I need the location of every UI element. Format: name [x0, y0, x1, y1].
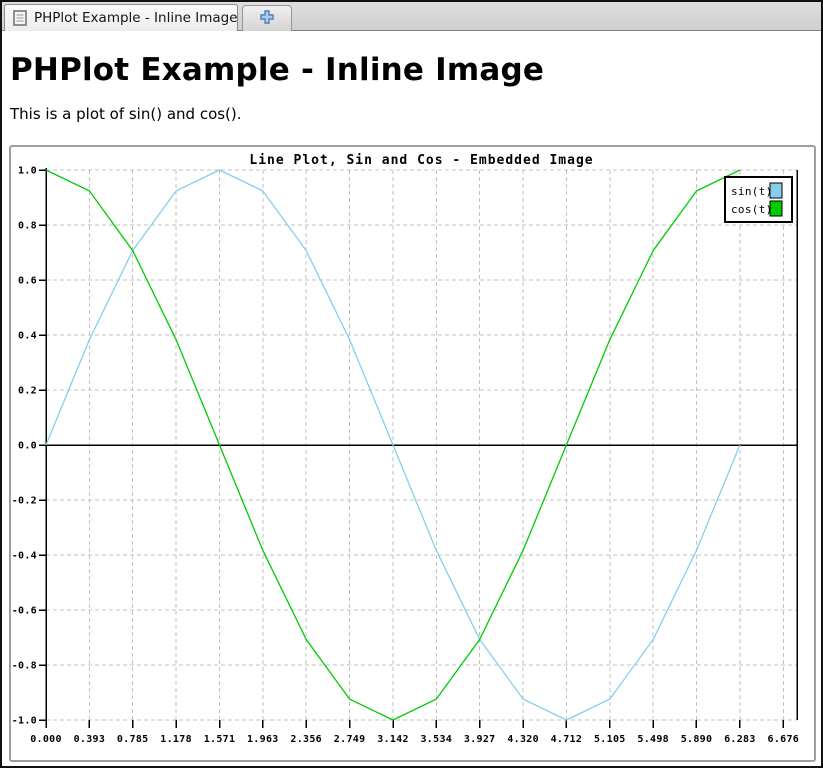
svg-text:4.320: 4.320 — [507, 734, 539, 745]
tab-phplot-example[interactable]: PHPlot Example - Inline Image — [4, 4, 238, 31]
svg-text:-0.4: -0.4 — [12, 551, 37, 562]
svg-text:Line Plot, Sin and Cos - Embed: Line Plot, Sin and Cos - Embedded Image — [249, 153, 593, 168]
svg-text:1.963: 1.963 — [247, 734, 279, 745]
page-title: PHPlot Example - Inline Image — [10, 52, 544, 88]
tab-bar: PHPlot Example - Inline Image — [2, 2, 821, 31]
svg-text:2.356: 2.356 — [290, 734, 322, 745]
plus-icon — [259, 9, 275, 29]
svg-text:-0.2: -0.2 — [12, 496, 37, 507]
svg-text:6.676: 6.676 — [768, 734, 800, 745]
svg-text:0.6: 0.6 — [18, 276, 37, 287]
intro-text: This is a plot of sin() and cos(). — [10, 105, 242, 123]
svg-text:5.105: 5.105 — [594, 734, 626, 745]
svg-text:-1.0: -1.0 — [12, 716, 37, 727]
new-tab-button[interactable] — [242, 5, 292, 31]
svg-text:3.534: 3.534 — [420, 734, 452, 745]
svg-text:4.712: 4.712 — [551, 734, 583, 745]
svg-text:sin(t): sin(t) — [731, 185, 773, 198]
tab-title: PHPlot Example - Inline Image — [34, 10, 238, 26]
chart-container: Line Plot, Sin and Cos - Embedded Image 1… — [9, 145, 816, 762]
document-icon — [13, 10, 27, 26]
svg-text:0.785: 0.785 — [117, 734, 149, 745]
svg-text:1.571: 1.571 — [204, 734, 236, 745]
svg-text:-0.6: -0.6 — [12, 606, 37, 617]
svg-text:2.749: 2.749 — [334, 734, 366, 745]
svg-text:-0.8: -0.8 — [12, 661, 37, 672]
browser-window: PHPlot Example - Inline Image PHPlot Exa… — [0, 0, 823, 768]
svg-text:0.4: 0.4 — [18, 331, 37, 342]
svg-text:3.142: 3.142 — [377, 734, 409, 745]
svg-text:0.8: 0.8 — [18, 221, 37, 232]
svg-text:3.927: 3.927 — [464, 734, 496, 745]
svg-text:5.498: 5.498 — [637, 734, 669, 745]
sincos-chart: Line Plot, Sin and Cos - Embedded Image 1… — [11, 147, 814, 760]
svg-text:1.0: 1.0 — [18, 166, 37, 177]
svg-text:0.000: 0.000 — [30, 734, 62, 745]
svg-text:6.283: 6.283 — [724, 734, 756, 745]
svg-text:0.2: 0.2 — [18, 386, 37, 397]
svg-text:5.890: 5.890 — [681, 734, 713, 745]
svg-text:cos(t): cos(t) — [731, 203, 773, 216]
svg-text:0.0: 0.0 — [18, 441, 37, 452]
svg-text:0.393: 0.393 — [74, 734, 106, 745]
svg-text:1.178: 1.178 — [160, 734, 192, 745]
